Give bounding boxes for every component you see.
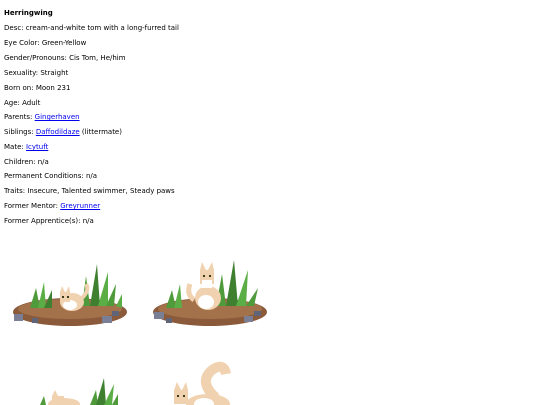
children-row: Children: n/a (4, 158, 49, 167)
born-on-label: Born on: (4, 84, 36, 92)
permanent-conditions-row: Permanent Conditions: n/a (4, 172, 97, 181)
former-mentor-row: Former Mentor: Greyrunner (4, 202, 100, 211)
eye-color-label: Eye Color: (4, 39, 42, 47)
siblings-label: Siblings: (4, 128, 36, 136)
born-on-row: Born on: Moon 231 (4, 84, 70, 93)
gender-pronouns-label: Gender/Pronouns: (4, 54, 70, 62)
children-value: n/a (37, 158, 49, 166)
character-name: Herringwing (4, 9, 53, 17)
desc-value: cream-and-white tom with a long-furred t… (25, 24, 179, 32)
sexuality-value: Straight (40, 69, 69, 77)
siblings-suffix: (littermate) (79, 128, 122, 136)
mate-label: Mate: (4, 143, 26, 151)
siblings-row: Siblings: Daffodildaze (littermate) (4, 128, 122, 137)
age-value: Adult (22, 99, 41, 107)
adult-sprite (174, 361, 231, 405)
former-apprentices-row: Former Apprentice(s): n/a (4, 217, 94, 226)
young-adult-sprite (40, 378, 118, 405)
traits-row: Traits: Insecure, Talented swimmer, Stea… (4, 187, 175, 196)
eye-color-row: Eye Color: Green-Yellow (4, 39, 86, 48)
traits-value: Insecure, Talented swimmer, Steady paws (27, 187, 175, 195)
sexuality-label: Sexuality: (4, 69, 41, 77)
adolescent-sprite (153, 260, 267, 326)
former-mentor-link[interactable]: Greyrunner (60, 202, 100, 210)
siblings-link[interactable]: Daffodildaze (36, 128, 80, 136)
desc-row: Desc: cream-and-white tom with a long-fu… (4, 24, 179, 33)
permanent-conditions-label: Permanent Conditions: (4, 172, 86, 180)
desc-label: Desc: (4, 24, 26, 32)
mate-link[interactable]: Icytuft (26, 143, 48, 151)
traits-label: Traits: (4, 187, 28, 195)
age-row: Age: Adult (4, 99, 40, 108)
children-label: Children: (4, 158, 38, 166)
parents-link[interactable]: Gingerhaven (35, 113, 80, 121)
former-mentor-label: Former Mentor: (4, 202, 61, 210)
parents-row: Parents: Gingerhaven (4, 113, 80, 122)
permanent-conditions-value: n/a (85, 172, 98, 180)
mate-row: Mate: Icytuft (4, 143, 48, 152)
parents-label: Parents: (4, 113, 35, 121)
eye-color-value: Green-Yellow (41, 39, 87, 47)
former-apprentices-value: n/a (82, 217, 94, 225)
age-label: Age: (4, 99, 23, 107)
born-on-value: Moon 231 (35, 84, 71, 92)
sexuality-row: Sexuality: Straight (4, 69, 68, 78)
kit-sprite (13, 264, 127, 326)
former-apprentices-label: Former Apprentice(s): (4, 217, 83, 225)
gender-pronouns-row: Gender/Pronouns: Cis Tom, He/him (4, 54, 126, 63)
gender-pronouns-value: Cis Tom, He/him (69, 54, 126, 62)
